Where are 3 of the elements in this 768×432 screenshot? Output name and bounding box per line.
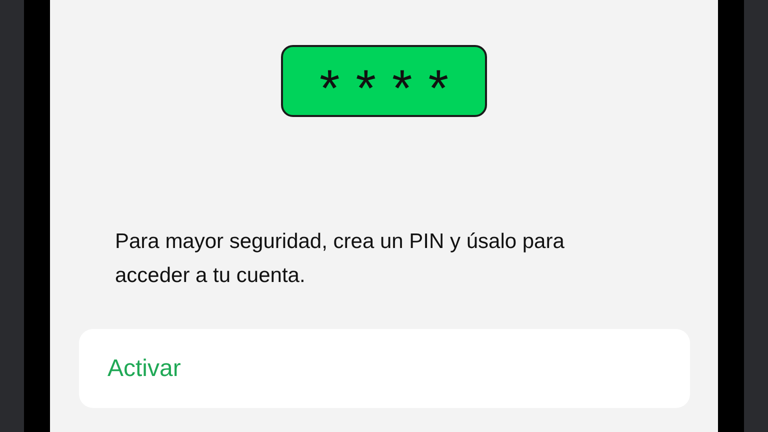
- activate-button[interactable]: Activar: [78, 329, 690, 408]
- description-text: Para mayor seguridad, crea un PIN y úsalo para acceder a tu cuenta.: [115, 229, 566, 289]
- pin-badge: ****: [281, 45, 487, 117]
